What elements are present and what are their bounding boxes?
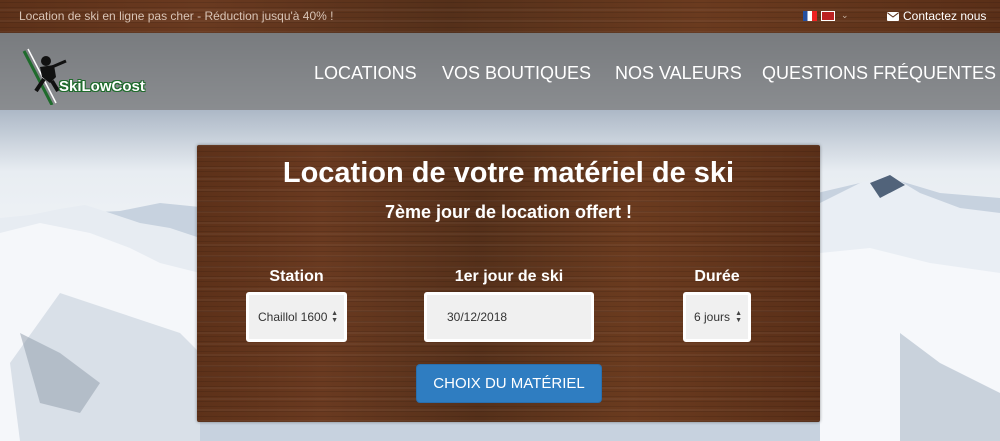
duration-label: Durée bbox=[694, 268, 740, 285]
uk-flag-icon[interactable] bbox=[821, 10, 835, 21]
top-bar: Location de ski en ligne pas cher - Rédu… bbox=[0, 0, 1000, 33]
duration-value: 6 jours bbox=[694, 310, 731, 324]
select-arrows-icon: ▲ ▼ bbox=[735, 310, 742, 324]
contact-link[interactable]: Contactez nous bbox=[887, 9, 986, 23]
station-value: Chaillol 1600 bbox=[258, 310, 328, 324]
booking-subtitle: 7ème jour de location offert ! bbox=[384, 202, 633, 222]
station-select[interactable]: Chaillol 1600 ▲ ▼ bbox=[246, 292, 347, 342]
chevron-down-icon[interactable]: ⌄ bbox=[841, 10, 849, 21]
date-label: 1er jour de ski bbox=[454, 268, 564, 285]
skier-logo-icon bbox=[22, 48, 67, 106]
select-arrows-icon: ▲ ▼ bbox=[331, 310, 338, 324]
booking-title: Location de votre matériel de ski bbox=[282, 157, 735, 189]
promo-text: Location de ski en ligne pas cher - Rédu… bbox=[19, 9, 334, 23]
date-value: 30/12/2018 bbox=[447, 310, 508, 324]
booking-panel: Location de votre matériel de ski 7ème j… bbox=[197, 145, 820, 422]
fr-flag-icon[interactable] bbox=[803, 10, 817, 21]
contact-label[interactable]: Contactez nous bbox=[903, 9, 986, 23]
logo-text: SkiLowCost bbox=[59, 78, 145, 95]
nav-item-valeurs[interactable]: NOS VALEURS bbox=[615, 63, 742, 84]
nav-item-boutiques[interactable]: VOS BOUTIQUES bbox=[442, 63, 591, 84]
logo[interactable]: SkiLowCost bbox=[22, 47, 157, 106]
nav-item-faq[interactable]: QUESTIONS FRÉQUENTES bbox=[762, 63, 996, 84]
main-navbar: SkiLowCost LOCATIONS VOS BOUTIQUES NOS V… bbox=[0, 33, 1000, 110]
envelope-icon bbox=[887, 11, 899, 21]
nav-item-locations[interactable]: LOCATIONS bbox=[314, 63, 417, 84]
duration-select[interactable]: 6 jours ▲ ▼ bbox=[683, 292, 751, 342]
date-input[interactable]: 30/12/2018 bbox=[424, 292, 594, 342]
station-label: Station bbox=[269, 268, 324, 285]
language-selector[interactable]: ⌄ bbox=[803, 10, 849, 21]
choose-equipment-button[interactable]: CHOIX DU MATÉRIEL bbox=[416, 364, 602, 403]
